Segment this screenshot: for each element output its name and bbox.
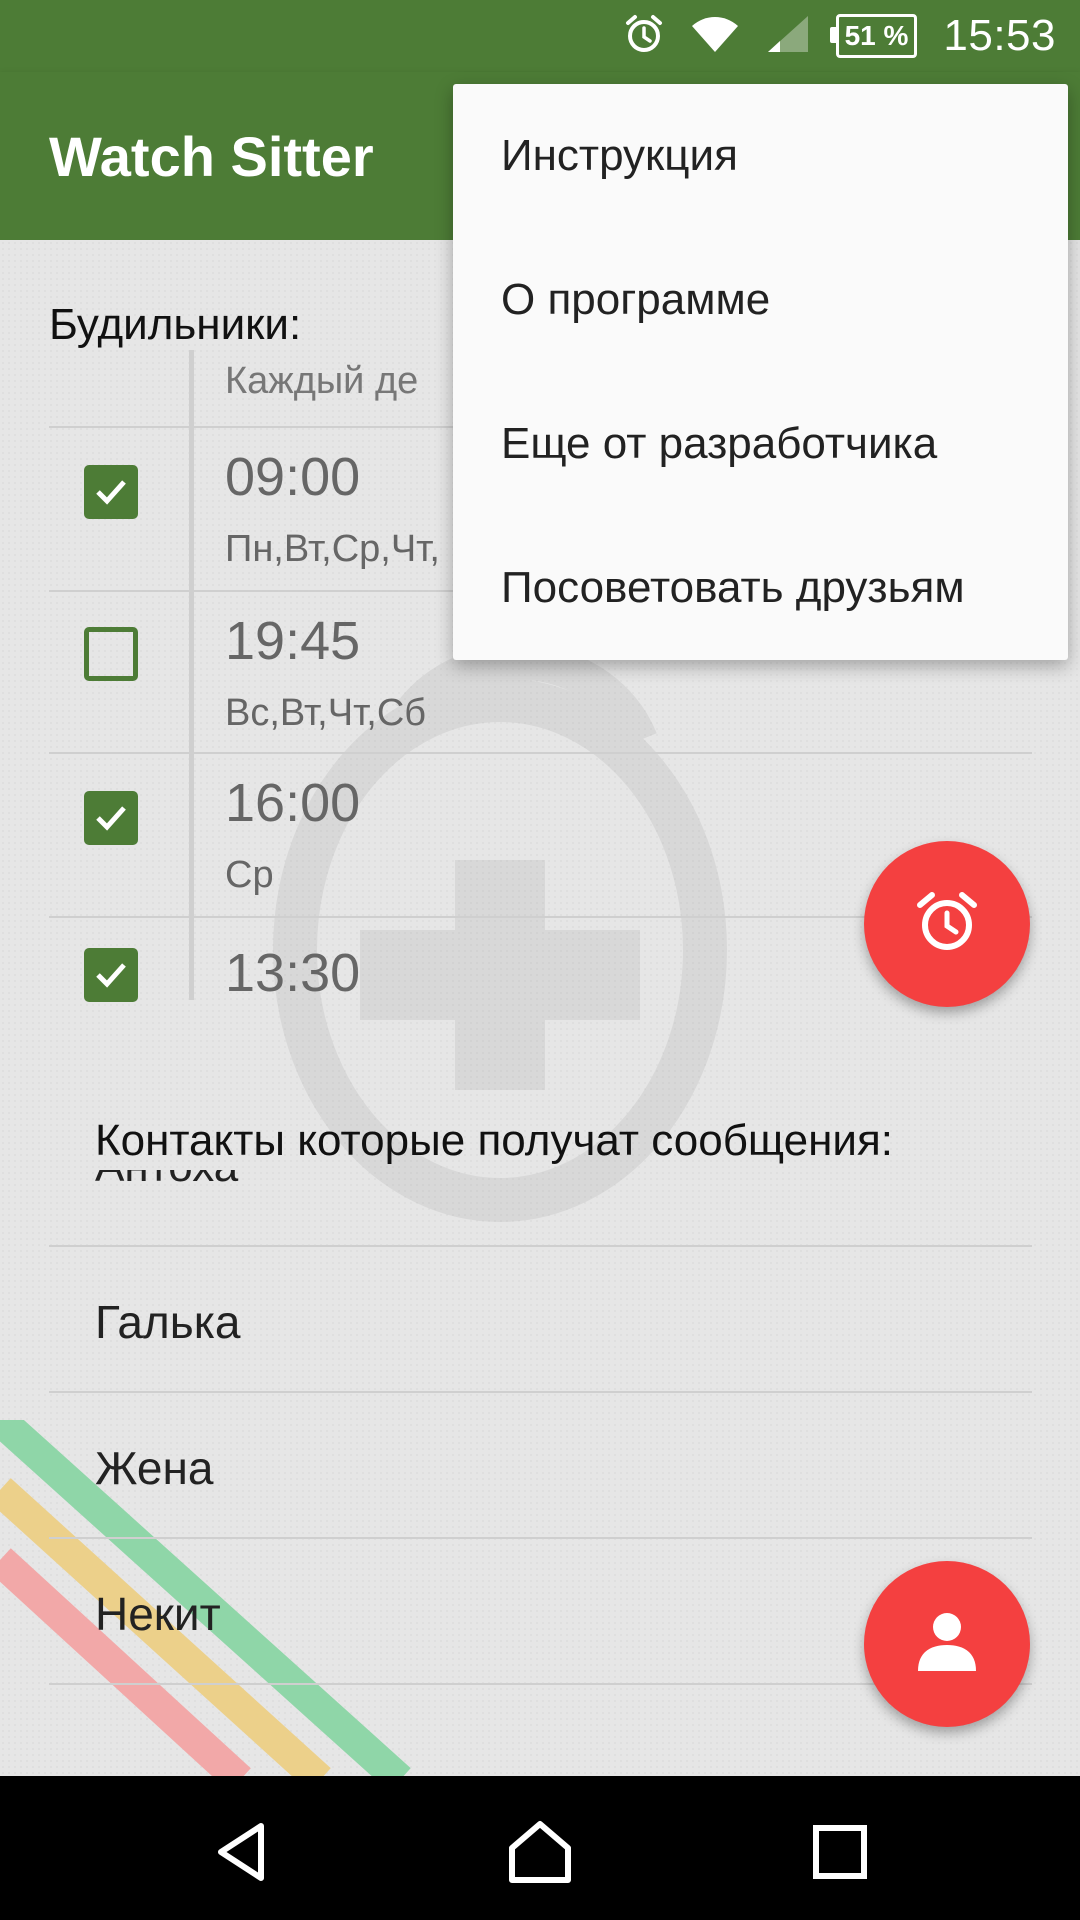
menu-item-instructions[interactable]: Инструкция (501, 131, 738, 181)
back-icon (218, 1823, 264, 1881)
contacts-heading: Контакты которые получат сообщения: (95, 1116, 893, 1165)
overflow-menu: Инструкция О программе Еще от разработчи… (453, 84, 1068, 660)
contact-name: Галька (95, 1296, 241, 1348)
alarm-days: Ср (225, 854, 274, 896)
add-contact-button[interactable] (864, 1561, 1030, 1727)
alarm-clock-icon (912, 887, 982, 962)
navigation-bar (0, 1776, 1080, 1920)
alarm-icon (624, 14, 664, 59)
home-icon (509, 1821, 571, 1883)
contact-name: Некит (95, 1588, 221, 1640)
menu-item-about[interactable]: О программе (501, 275, 770, 325)
contact-name: Жена (95, 1442, 214, 1494)
status-bar: 51 % 15:53 (0, 0, 1080, 72)
alarm-enabled-checkbox[interactable] (84, 465, 138, 519)
status-time: 15:53 (943, 11, 1056, 60)
menu-item-recommend-to-friends[interactable]: Посоветовать друзьям (501, 563, 965, 613)
wifi-icon (690, 14, 740, 59)
app-title: Watch Sitter (49, 125, 374, 188)
contact-name: Антоха (95, 1170, 238, 1192)
alarm-time: 19:45 (225, 611, 361, 671)
alarm-enabled-checkbox[interactable] (84, 948, 138, 1002)
contact-list-item[interactable]: Жена (49, 1393, 1032, 1539)
alarm-time: 09:00 (225, 447, 361, 507)
recents-button[interactable] (800, 1812, 880, 1892)
menu-item-more-from-developer[interactable]: Еще от разработчика (501, 419, 937, 469)
alarms-heading: Будильники: (49, 300, 302, 349)
person-icon (912, 1607, 982, 1682)
alarm-time: 16:00 (225, 773, 361, 833)
alarm-days: Пн,Вт,Ср,Чт, (225, 528, 440, 570)
alarm-enabled-checkbox[interactable] (84, 627, 138, 681)
signal-icon (766, 14, 810, 59)
back-button[interactable] (201, 1812, 281, 1892)
days-column-header: Каждый де (225, 360, 419, 402)
contact-list-item[interactable]: Галька (49, 1247, 1032, 1393)
home-button[interactable] (500, 1812, 580, 1892)
alarm-days: Вс,Вт,Чт,Сб (225, 692, 427, 734)
battery-indicator: 51 % (829, 14, 918, 58)
recents-icon (813, 1825, 867, 1879)
contact-list-item-partial[interactable]: Антоха (49, 1170, 1032, 1230)
add-alarm-button[interactable] (864, 841, 1030, 1007)
alarm-time: 13:30 (225, 943, 361, 1003)
alarm-enabled-checkbox[interactable] (84, 791, 138, 845)
